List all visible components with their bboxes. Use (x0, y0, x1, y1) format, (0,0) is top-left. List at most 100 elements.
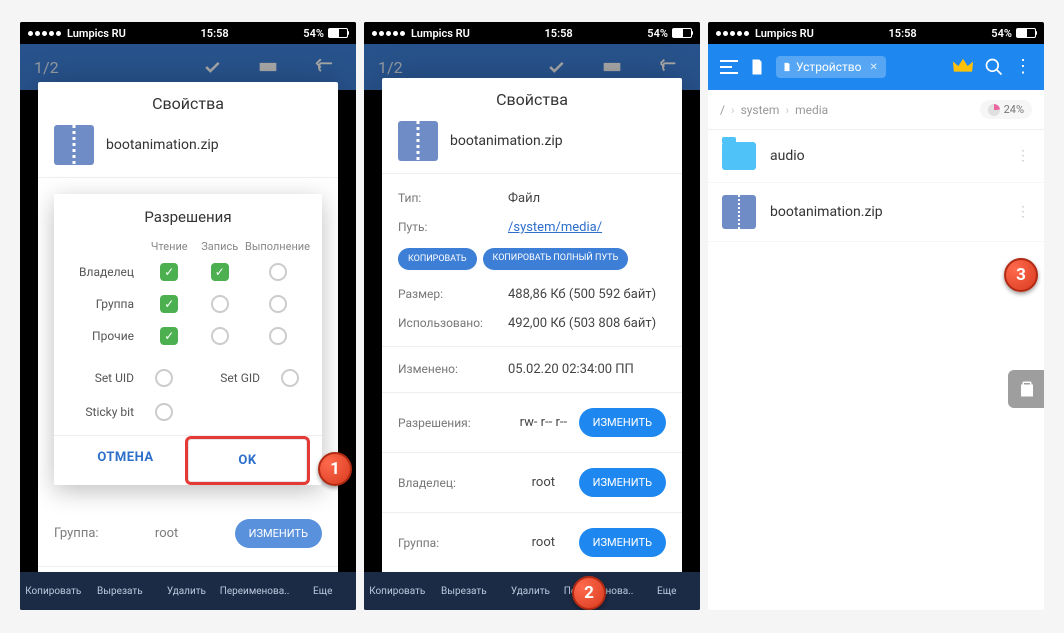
owner-value: root (532, 475, 555, 490)
step-badge-2: 2 (572, 576, 606, 610)
owner-write-checkbox[interactable]: ✓ (211, 263, 229, 281)
step-badge-3: 3 (1004, 258, 1038, 292)
tab-delete[interactable]: Удалить (153, 572, 220, 610)
status-bar: Lumpics RU 15:58 54% (20, 22, 356, 44)
properties-dialog: Свойства bootanimation.zip Тип:Файл Путь… (382, 78, 682, 578)
carrier-label: Lumpics RU (67, 27, 126, 40)
zip-file-icon (398, 121, 438, 161)
file-name: bootanimation.zip (106, 137, 219, 153)
group-value: root (532, 535, 555, 550)
clock: 15:58 (545, 27, 573, 40)
crown-icon[interactable] (952, 58, 974, 76)
tab-copy[interactable]: Копировать (20, 572, 87, 610)
sticky-label: Sticky bit (66, 405, 144, 419)
owner-label: Владелец: (398, 476, 508, 490)
battery-icon (1016, 28, 1036, 38)
item-menu-icon[interactable]: ⋮ (1016, 148, 1030, 164)
menu-icon[interactable] (720, 60, 738, 74)
ok-button[interactable]: OK (185, 436, 310, 485)
dialog-title: Свойства (382, 78, 682, 121)
clock: 15:58 (201, 27, 229, 40)
path-link[interactable]: /system/media/ (508, 220, 666, 235)
used-label: Использовано: (398, 316, 508, 331)
permissions-title: Разрешения (66, 208, 310, 226)
size-label: Размер: (398, 287, 508, 302)
tab-more[interactable]: Еще (289, 572, 356, 610)
bottom-actions: Копировать Вырезать Удалить Переименова.… (364, 572, 700, 610)
battery-pct: 54% (991, 27, 1012, 40)
tab-more[interactable]: Еще (633, 572, 700, 610)
bg-change-button[interactable]: ИЗМЕНИТЬ (235, 519, 322, 548)
status-bar: Lumpics RU 15:58 54% (708, 22, 1044, 44)
used-value: 492,00 Кб (503 808 байт) (508, 316, 666, 331)
tab-delete[interactable]: Удалить (497, 572, 564, 610)
battery-icon (328, 28, 348, 38)
group-change-button[interactable]: ИЗМЕНИТЬ (579, 528, 666, 557)
copy-path-button[interactable]: КОПИРОВАТЬ (398, 248, 477, 270)
status-bar: Lumpics RU 15:58 54% (364, 22, 700, 44)
folder-item[interactable]: audio ⋮ (708, 130, 1044, 183)
owner-read-checkbox[interactable]: ✓ (160, 263, 178, 281)
row-group: Группа (66, 297, 144, 311)
storage-usage[interactable]: 24% (980, 100, 1032, 119)
type-label: Тип: (398, 191, 508, 206)
copy-full-path-button[interactable]: КОПИРОВАТЬ ПОЛНЫЙ ПУТЬ (483, 248, 629, 270)
path-label: Путь: (398, 220, 508, 235)
crumb-root[interactable]: / (720, 103, 725, 117)
perm-label: Разрешения: (398, 416, 508, 430)
group-label: Группа: (398, 536, 508, 550)
col-exec: Выполнение (245, 240, 310, 253)
sticky-checkbox[interactable] (155, 403, 173, 421)
tab-rename[interactable]: Переименова.. (220, 572, 290, 610)
owner-exec-checkbox[interactable] (269, 263, 287, 281)
folder-icon (722, 142, 756, 170)
search-icon[interactable] (984, 57, 1004, 77)
others-write-checkbox[interactable] (211, 327, 229, 345)
breadcrumb[interactable]: /› system› media 24% (708, 90, 1044, 130)
screen-1: Lumpics RU 15:58 54% 1/2 Свойства bootan… (20, 22, 356, 610)
tab-cut[interactable]: Вырезать (431, 572, 498, 610)
perm-change-button[interactable]: ИЗМЕНИТЬ (579, 408, 666, 437)
dialog-title: Свойства (38, 82, 338, 125)
crumb-2[interactable]: media (795, 103, 828, 117)
permissions-dialog: Разрешения Чтение Запись Выполнение Влад… (54, 194, 322, 485)
col-write: Запись (195, 240, 246, 253)
group-exec-checkbox[interactable] (269, 295, 287, 313)
file-name: bootanimation.zip (770, 204, 883, 220)
owner-change-button[interactable]: ИЗМЕНИТЬ (579, 468, 666, 497)
group-write-checkbox[interactable] (211, 295, 229, 313)
item-menu-icon[interactable]: ⋮ (1016, 204, 1030, 220)
battery-pct: 54% (647, 27, 668, 40)
file-item[interactable]: bootanimation.zip ⋮ (708, 183, 1044, 242)
group-read-checkbox[interactable]: ✓ (160, 295, 178, 313)
sdcard-icon[interactable] (748, 58, 766, 76)
close-icon[interactable]: ✕ (869, 62, 877, 73)
device-tab[interactable]: Устройство ✕ (776, 56, 886, 78)
usage-value: 24% (1004, 103, 1024, 116)
col-read: Чтение (144, 240, 195, 253)
tab-copy[interactable]: Копировать (364, 572, 431, 610)
battery-icon (672, 28, 692, 38)
overflow-icon[interactable]: ⋮ (1014, 58, 1032, 76)
size-value: 488,86 Кб (500 592 байт) (508, 287, 666, 302)
setuid-label: Set UID (66, 371, 144, 385)
others-read-checkbox[interactable]: ✓ (160, 327, 178, 345)
clipboard-fab[interactable] (1008, 370, 1044, 408)
cancel-button[interactable]: ОТМЕНА (66, 436, 185, 485)
setgid-checkbox[interactable] (281, 369, 299, 387)
zip-file-icon (722, 195, 756, 229)
screen-2: Lumpics RU 15:58 54% 1/2 Свойства bootan… (364, 22, 700, 610)
step-badge-1: 1 (318, 452, 352, 486)
others-exec-checkbox[interactable] (269, 327, 287, 345)
tab-cut[interactable]: Вырезать (87, 572, 154, 610)
crumb-1[interactable]: system (741, 103, 780, 117)
setuid-checkbox[interactable] (155, 369, 173, 387)
type-value: Файл (508, 191, 666, 206)
carrier-label: Lumpics RU (755, 27, 814, 40)
pie-icon (988, 104, 1000, 116)
device-icon (782, 61, 792, 73)
battery-pct: 54% (303, 27, 324, 40)
setgid-label: Set GID (184, 371, 270, 385)
carrier-label: Lumpics RU (411, 27, 470, 40)
modified-value: 05.02.20 02:34:00 ПП (508, 362, 666, 377)
